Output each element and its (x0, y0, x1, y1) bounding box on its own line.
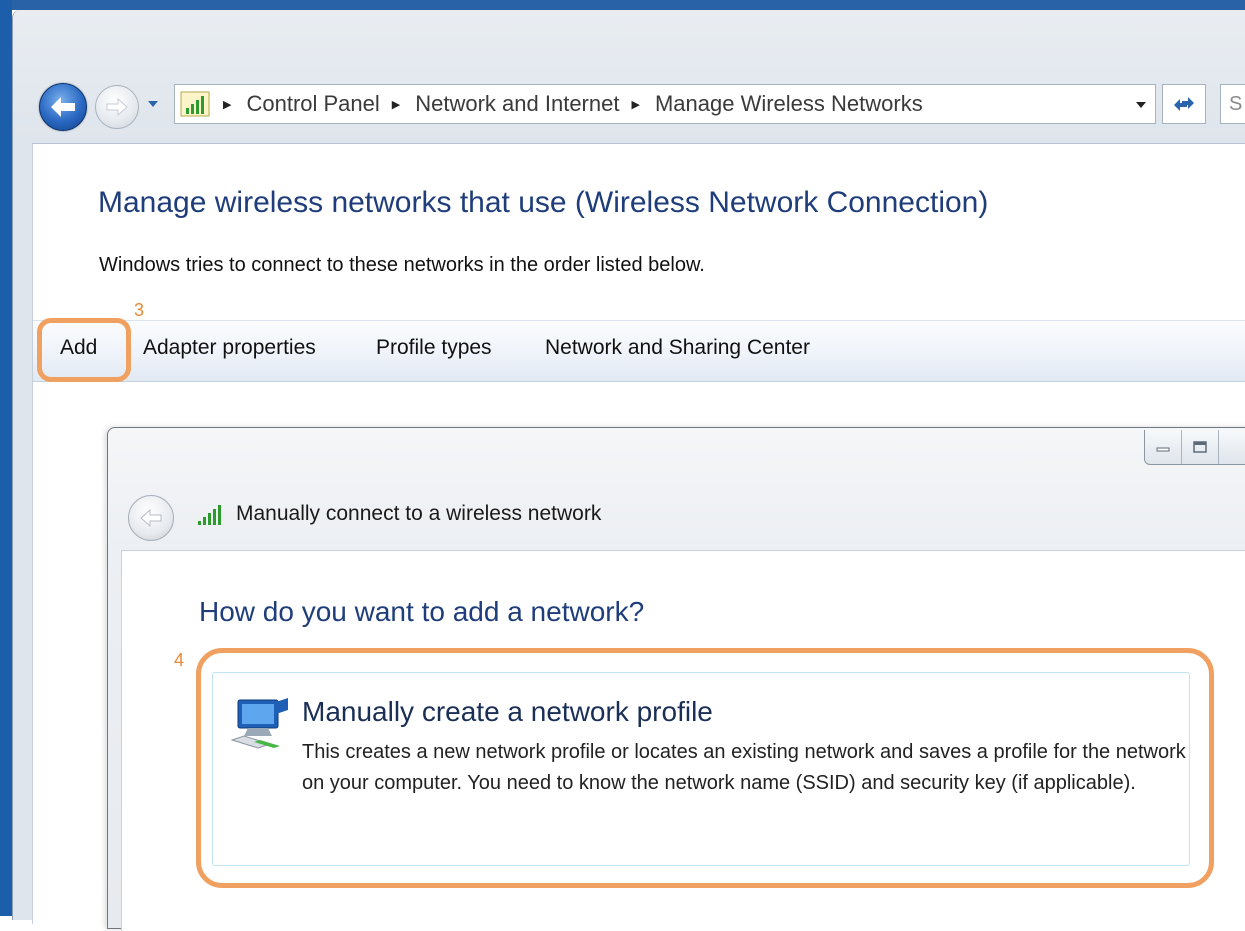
desktop-background-edge (0, 0, 12, 916)
adapter-properties-button[interactable]: Adapter properties (143, 336, 316, 360)
profile-types-button[interactable]: Profile types (376, 336, 492, 360)
breadcrumb-control-panel[interactable]: Control Panel (246, 91, 379, 117)
breadcrumb-separator[interactable]: ▶ (631, 98, 639, 111)
desktop-background-top (0, 0, 1245, 10)
wireless-network-icon (230, 698, 288, 749)
page-title: Manage wireless networks that use (Wirel… (98, 186, 989, 219)
minimize-icon (1156, 447, 1170, 452)
dropdown-icon (1136, 102, 1146, 108)
network-signal-icon (179, 90, 211, 118)
dialog-caption-buttons (1144, 430, 1245, 465)
step-3-label: 3 (134, 300, 145, 320)
network-sharing-center-button[interactable]: Network and Sharing Center (545, 336, 810, 360)
add-button-highlight (37, 318, 131, 382)
dropdown-icon (148, 101, 158, 107)
back-arrow-icon (140, 509, 162, 527)
search-input[interactable]: S (1220, 84, 1245, 124)
minimize-button[interactable] (1145, 430, 1182, 464)
recent-pages-dropdown[interactable] (146, 97, 160, 111)
refresh-icon (1174, 97, 1194, 111)
network-signal-icon (198, 505, 221, 525)
page-description: Windows tries to connect to these networ… (99, 254, 705, 276)
breadcrumb-manage-wireless-networks[interactable]: Manage Wireless Networks (655, 91, 923, 117)
maximize-icon (1193, 441, 1207, 453)
address-dropdown-button[interactable] (1133, 97, 1149, 113)
breadcrumb-separator[interactable]: ▶ (223, 98, 231, 111)
back-button[interactable] (39, 83, 87, 131)
maximize-button[interactable] (1182, 430, 1219, 464)
refresh-button[interactable] (1162, 84, 1206, 124)
dialog-back-button[interactable] (128, 495, 174, 541)
forward-arrow-icon (106, 98, 128, 116)
dialog-heading: How do you want to add a network? (199, 596, 645, 627)
dialog-title: Manually connect to a wireless network (236, 502, 602, 525)
breadcrumb-network-and-internet[interactable]: Network and Internet (415, 91, 619, 117)
back-arrow-icon (51, 97, 75, 117)
breadcrumb-separator[interactable]: ▶ (392, 98, 400, 111)
option-description: This creates a new network profile or lo… (302, 741, 1186, 794)
forward-button[interactable] (95, 85, 139, 129)
option-title[interactable]: Manually create a network profile (302, 696, 713, 728)
address-bar[interactable]: ▶ Control Panel ▶ Network and Internet ▶… (174, 84, 1156, 124)
step-4-label: 4 (174, 650, 185, 670)
